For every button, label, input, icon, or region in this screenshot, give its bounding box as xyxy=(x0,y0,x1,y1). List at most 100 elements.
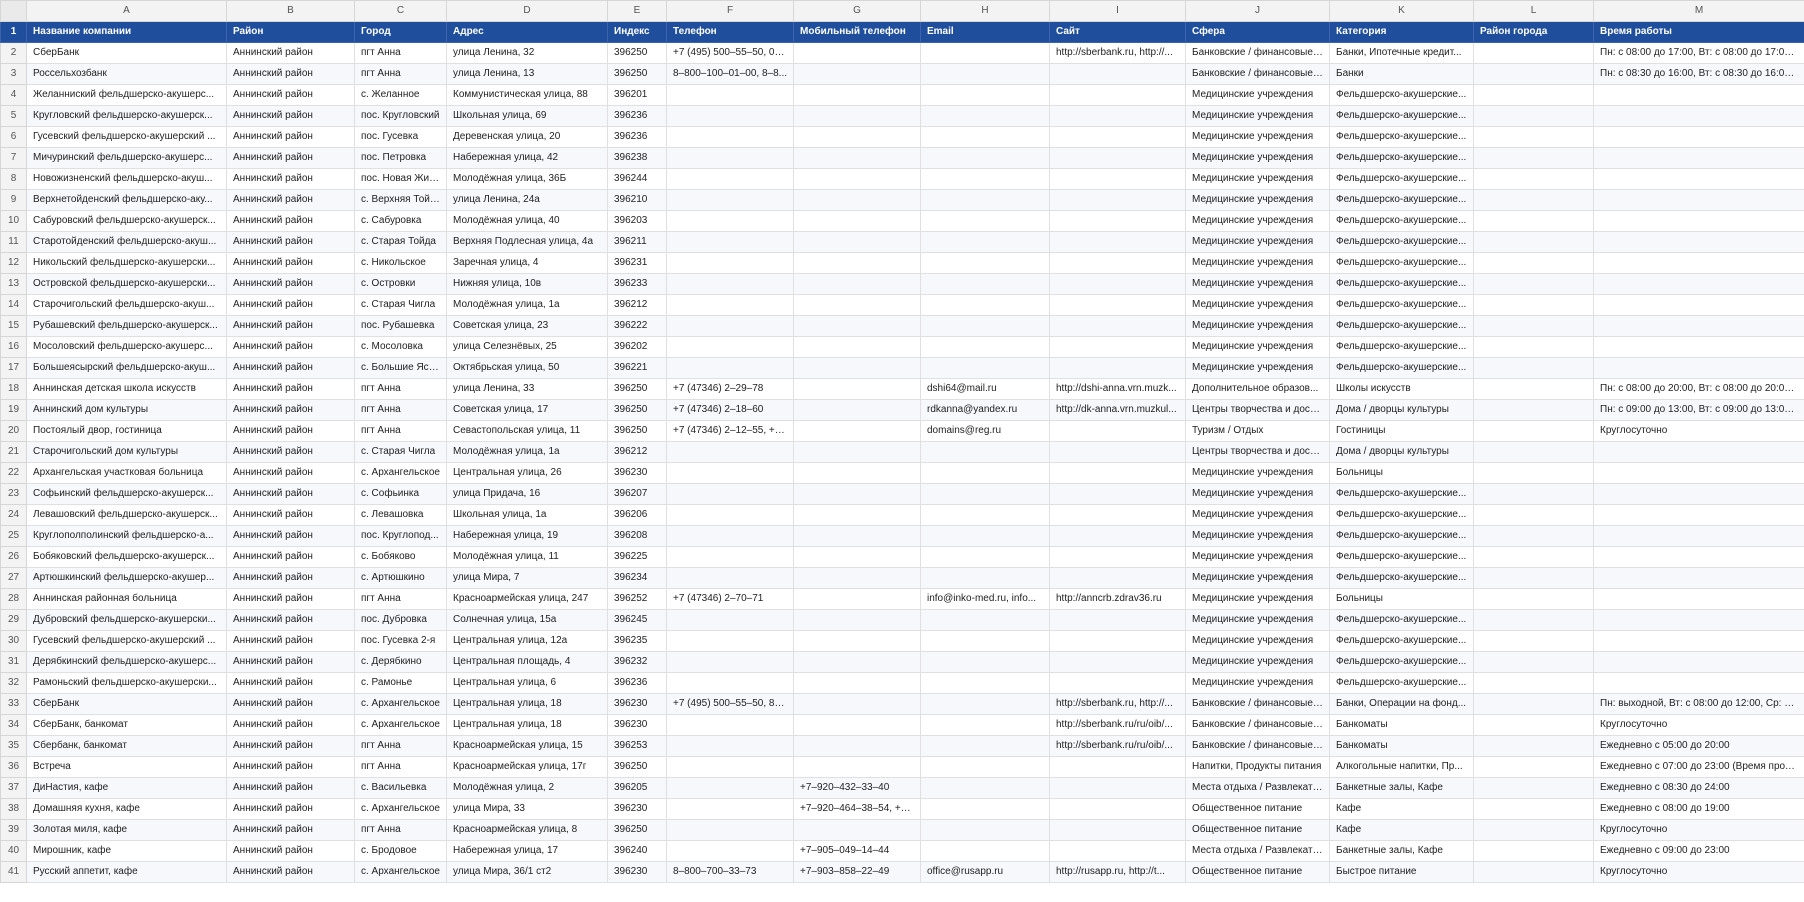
cell-j[interactable]: Общественное питание xyxy=(1185,798,1330,820)
cell-i[interactable] xyxy=(1049,504,1186,526)
cell-i[interactable] xyxy=(1049,126,1186,148)
cell-j[interactable]: Места отдыха / Развлекате... xyxy=(1185,777,1330,799)
header-cell[interactable]: Email xyxy=(920,21,1050,43)
cell-j[interactable]: Банковские / финансовые ... xyxy=(1185,63,1330,85)
cell-l[interactable] xyxy=(1473,462,1594,484)
cell-c[interactable]: пос. Круглопод... xyxy=(354,525,447,547)
column-header-k[interactable]: K xyxy=(1329,0,1474,22)
cell-d[interactable]: Центральная улица, 18 xyxy=(446,693,608,715)
cell-a[interactable]: Старочигольский фельдшерско-акуш... xyxy=(26,294,227,316)
cell-d[interactable]: Заречная улица, 4 xyxy=(446,252,608,274)
row-number[interactable]: 33 xyxy=(0,693,27,715)
cell-k[interactable]: Фельдшерско-акушерские... xyxy=(1329,252,1474,274)
cell-c[interactable]: пос. Петровка xyxy=(354,147,447,169)
cell-k[interactable]: Банкоматы xyxy=(1329,714,1474,736)
cell-k[interactable]: Банкетные залы, Кафе xyxy=(1329,840,1474,862)
cell-l[interactable] xyxy=(1473,819,1594,841)
cell-l[interactable] xyxy=(1473,210,1594,232)
row-number[interactable]: 15 xyxy=(0,315,27,337)
cell-k[interactable]: Фельдшерско-акушерские... xyxy=(1329,147,1474,169)
cell-e[interactable]: 396221 xyxy=(607,357,667,379)
cell-m[interactable] xyxy=(1593,315,1804,337)
cell-k[interactable]: Фельдшерско-акушерские... xyxy=(1329,504,1474,526)
cell-k[interactable]: Фельдшерско-акушерские... xyxy=(1329,231,1474,253)
cell-g[interactable] xyxy=(793,189,921,211)
cell-g[interactable] xyxy=(793,420,921,442)
row-number[interactable]: 3 xyxy=(0,63,27,85)
cell-d[interactable]: Красноармейская улица, 8 xyxy=(446,819,608,841)
cell-a[interactable]: Бобяковский фельдшерско-акушерск... xyxy=(26,546,227,568)
cell-g[interactable] xyxy=(793,588,921,610)
cell-l[interactable] xyxy=(1473,651,1594,673)
cell-j[interactable]: Медицинские учреждения xyxy=(1185,189,1330,211)
row-number[interactable]: 2 xyxy=(0,42,27,64)
cell-l[interactable] xyxy=(1473,294,1594,316)
cell-g[interactable] xyxy=(793,336,921,358)
cell-f[interactable]: +7 (47346) 2–70–71 xyxy=(666,588,794,610)
cell-l[interactable] xyxy=(1473,63,1594,85)
cell-d[interactable]: улица Ленина, 33 xyxy=(446,378,608,400)
cell-e[interactable]: 396225 xyxy=(607,546,667,568)
cell-h[interactable] xyxy=(920,147,1050,169)
cell-i[interactable] xyxy=(1049,483,1186,505)
cell-k[interactable]: Фельдшерско-акушерские... xyxy=(1329,315,1474,337)
cell-l[interactable] xyxy=(1473,420,1594,442)
row-number[interactable]: 26 xyxy=(0,546,27,568)
row-number[interactable]: 39 xyxy=(0,819,27,841)
cell-m[interactable]: Круглосуточно xyxy=(1593,714,1804,736)
cell-b[interactable]: Аннинский район xyxy=(226,588,355,610)
cell-f[interactable] xyxy=(666,336,794,358)
cell-k[interactable]: Фельдшерско-акушерские... xyxy=(1329,672,1474,694)
cell-l[interactable] xyxy=(1473,84,1594,106)
row-number[interactable]: 28 xyxy=(0,588,27,610)
cell-i[interactable] xyxy=(1049,336,1186,358)
header-cell[interactable]: Индекс xyxy=(607,21,667,43)
column-header-d[interactable]: D xyxy=(446,0,608,22)
row-number[interactable]: 23 xyxy=(0,483,27,505)
column-header-e[interactable]: E xyxy=(607,0,667,22)
cell-c[interactable]: с. Левашовка xyxy=(354,504,447,526)
cell-g[interactable] xyxy=(793,651,921,673)
cell-f[interactable] xyxy=(666,189,794,211)
cell-h[interactable] xyxy=(920,126,1050,148)
cell-m[interactable] xyxy=(1593,546,1804,568)
cell-h[interactable] xyxy=(920,777,1050,799)
cell-c[interactable]: с. Бобяково xyxy=(354,546,447,568)
cell-e[interactable]: 396236 xyxy=(607,672,667,694)
cell-m[interactable]: Ежедневно с 08:30 до 24:00 xyxy=(1593,777,1804,799)
cell-d[interactable]: улица Ленина, 13 xyxy=(446,63,608,85)
cell-f[interactable] xyxy=(666,819,794,841)
cell-b[interactable]: Аннинский район xyxy=(226,861,355,883)
cell-d[interactable]: Школьная улица, 1а xyxy=(446,504,608,526)
cell-e[interactable]: 396206 xyxy=(607,504,667,526)
cell-d[interactable]: Деревенская улица, 20 xyxy=(446,126,608,148)
cell-f[interactable] xyxy=(666,210,794,232)
cell-g[interactable] xyxy=(793,756,921,778)
cell-m[interactable] xyxy=(1593,168,1804,190)
cell-d[interactable]: Советская улица, 23 xyxy=(446,315,608,337)
cell-c[interactable]: пгт Анна xyxy=(354,819,447,841)
cell-k[interactable]: Кафе xyxy=(1329,798,1474,820)
cell-a[interactable]: СберБанк, банкомат xyxy=(26,714,227,736)
cell-f[interactable] xyxy=(666,798,794,820)
cell-c[interactable]: пгт Анна xyxy=(354,399,447,421)
column-header-l[interactable]: L xyxy=(1473,0,1594,22)
cell-a[interactable]: Русский аппетит, кафе xyxy=(26,861,227,883)
cell-g[interactable] xyxy=(793,294,921,316)
cell-l[interactable] xyxy=(1473,861,1594,883)
cell-e[interactable]: 396203 xyxy=(607,210,667,232)
cell-c[interactable]: пос. Кругловский xyxy=(354,105,447,127)
cell-i[interactable] xyxy=(1049,189,1186,211)
cell-l[interactable] xyxy=(1473,840,1594,862)
cell-i[interactable] xyxy=(1049,315,1186,337)
cell-i[interactable] xyxy=(1049,105,1186,127)
cell-g[interactable] xyxy=(793,504,921,526)
cell-f[interactable] xyxy=(666,231,794,253)
cell-a[interactable]: Россельхозбанк xyxy=(26,63,227,85)
cell-g[interactable] xyxy=(793,819,921,841)
cell-d[interactable]: Севастопольская улица, 11 xyxy=(446,420,608,442)
cell-c[interactable]: с. Мосоловка xyxy=(354,336,447,358)
cell-c[interactable]: с. Васильевка xyxy=(354,777,447,799)
cell-k[interactable]: Фельдшерско-акушерские... xyxy=(1329,483,1474,505)
cell-g[interactable] xyxy=(793,84,921,106)
